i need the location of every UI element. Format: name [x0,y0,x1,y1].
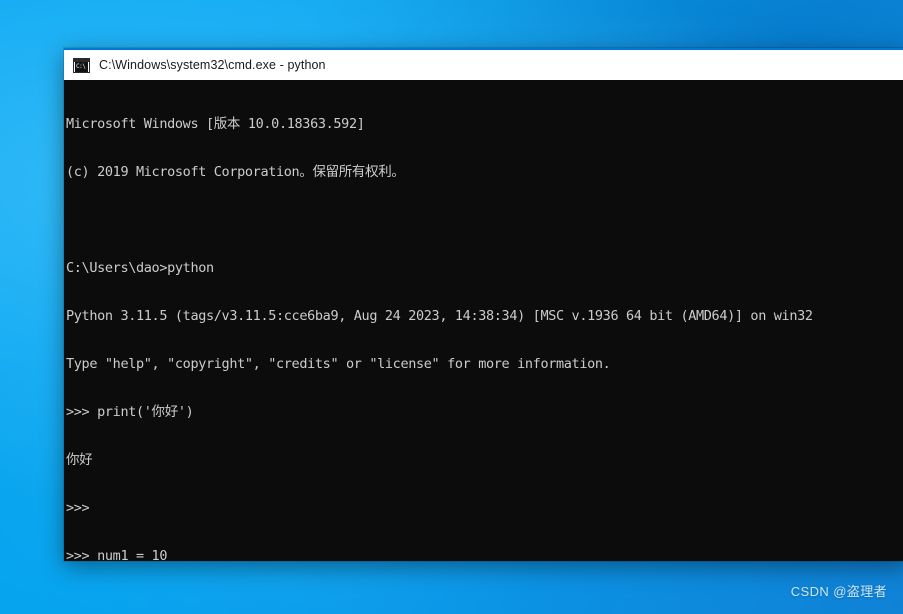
csdn-watermark: CSDN @盗理者 [790,584,887,599]
window-title: C:\Windows\system32\cmd.exe - python [99,58,326,72]
console-line: Type "help", "copyright", "credits" or "… [66,356,611,372]
console-line: (c) 2019 Microsoft Corporation。保留所有权利。 [66,164,405,180]
console-line: >>> print('你好') [66,404,194,420]
console-line: 你好 [66,452,93,468]
command-prompt-window[interactable]: C:\Windows\system32\cmd.exe - python Mic… [64,48,903,561]
console-line: >>> num1 = 10 [66,548,168,561]
console-line: >>> [66,500,90,516]
console-line: Python 3.11.5 (tags/v3.11.5:cce6ba9, Aug… [66,308,813,324]
console-line: C:\Users\dao>python [66,260,214,276]
console-line: Microsoft Windows [版本 10.0.18363.592] [66,116,365,132]
console-output-area[interactable]: Microsoft Windows [版本 10.0.18363.592] (c… [64,80,903,561]
cmd-console-icon [73,57,90,73]
window-titlebar[interactable]: C:\Windows\system32\cmd.exe - python [64,48,903,80]
